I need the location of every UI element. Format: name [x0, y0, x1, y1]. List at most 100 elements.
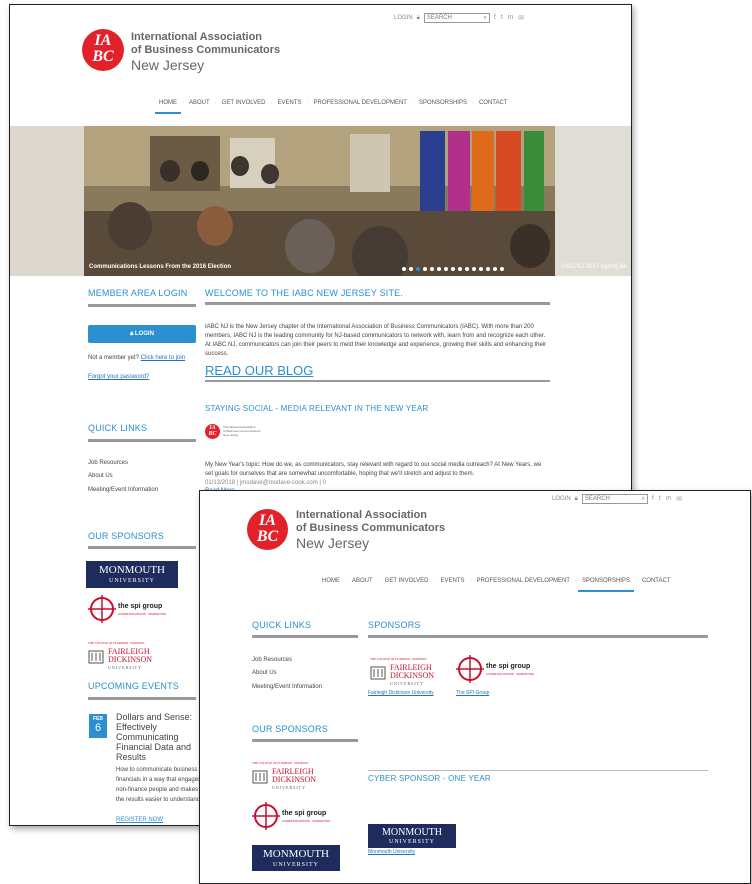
carousel-dot[interactable] [492, 267, 497, 271]
quick-link-about-us[interactable]: About Us [88, 472, 113, 481]
social-icons: f t in ✉ [494, 14, 524, 22]
facebook-icon[interactable]: f [494, 14, 496, 22]
nav-contact[interactable]: CONTACT [475, 100, 512, 106]
login-link[interactable]: LOGIN [394, 15, 413, 21]
quick-links-heading: QUICK LINKS [88, 423, 148, 433]
carousel-dot[interactable] [401, 267, 406, 271]
lock-icon: 🔒︎ [574, 495, 578, 502]
nav-about[interactable]: ABOUT [348, 578, 377, 584]
sponsorships-screenshot: IA BC International Association of Busine… [199, 490, 751, 884]
spi-link[interactable]: The SPI Group [456, 689, 489, 698]
facebook-icon[interactable]: f [652, 495, 654, 503]
upcoming-events-heading: UPCOMING EVENTS [88, 681, 180, 691]
quick-link-about-us[interactable]: About Us [252, 669, 277, 678]
search-icon[interactable]: ⌕ [484, 14, 487, 22]
member-login-heading: MEMBER AREA LOGIN [88, 288, 188, 298]
carousel-dot[interactable] [443, 267, 448, 271]
twitter-icon[interactable]: t [501, 14, 503, 22]
nav-home[interactable]: HOME [318, 578, 344, 584]
lock-icon: 🔒︎ [416, 14, 420, 21]
crest-icon [370, 666, 386, 680]
fdu-link[interactable]: Fairleigh Dickinson University [368, 689, 434, 698]
iabc-logo[interactable]: IA BC [247, 509, 288, 550]
nav-about[interactable]: ABOUT [185, 100, 214, 106]
nav-events[interactable]: EVENTS [436, 578, 468, 584]
search-input[interactable]: SEARCH ⌕ [423, 13, 490, 23]
spi-group-logo[interactable]: the spi group COMMUNICATIONS · MARKETING [252, 802, 342, 832]
spi-group-logo[interactable]: the spi group COMMUNICATIONS · MARKETING [456, 655, 536, 685]
nav-get-involved[interactable]: GET INVOLVED [381, 578, 433, 584]
social-icons: f t in ✉ [652, 495, 682, 503]
monmouth-logo[interactable]: MONMOUTH UNIVERSITY [252, 845, 340, 871]
hero-caption: Communications Lessons From the 2016 Ele… [89, 264, 232, 270]
org-line-3: New Jersey [296, 535, 370, 551]
post-excerpt: My New Year's topic: How do we, as commu… [205, 462, 542, 477]
nav-get-involved[interactable]: GET INVOLVED [218, 100, 270, 106]
main-nav: HOME · ABOUT · GET INVOLVED · EVENTS · PROFE… [318, 578, 675, 592]
carousel-dot[interactable] [408, 267, 413, 271]
org-line-1: International Association [131, 31, 263, 43]
nav-sponsorships[interactable]: SPONSORSHIPS [415, 100, 471, 106]
monmouth-link[interactable]: Monmouth University [368, 848, 415, 857]
main-nav: HOME · ABOUT · GET INVOLVED · EVENTS · PROFE… [155, 100, 512, 114]
join-link[interactable]: Click here to join [141, 355, 185, 361]
crest-icon [252, 770, 268, 784]
utility-bar: LOGIN 🔒︎ SEARCH ⌕ f t in ✉ [552, 494, 682, 504]
quick-link-job-resources[interactable]: Job Resources [252, 656, 292, 665]
nav-events[interactable]: EVENTS [273, 100, 305, 106]
event-title[interactable]: Dollars and Sense: Effectively Communica… [116, 712, 196, 762]
nav-sponsorships[interactable]: SPONSORSHIPS [577, 578, 634, 592]
twitter-icon[interactable]: t [659, 495, 661, 503]
monmouth-logo[interactable]: MONMOUTH UNIVERSITY [368, 824, 456, 848]
fdu-logo[interactable]: THE COLLEGE AT FLORHAM · MADISON FAIRLEI… [252, 761, 342, 793]
email-icon[interactable]: ✉ [518, 14, 524, 22]
not-member-text: Not a member yet? Click here to join [88, 355, 186, 361]
search-input[interactable]: SEARCH ⌕ [581, 494, 648, 504]
crosshair-icon [456, 655, 484, 683]
login-button[interactable]: 🔒︎ LOGIN [88, 325, 196, 343]
nav-professional-development[interactable]: PROFESSIONAL DEVELOPMENT [472, 578, 573, 584]
crosshair-icon [252, 802, 280, 830]
welcome-body: IABC NJ is the New Jersey chapter of the… [205, 324, 547, 357]
post-thumbnail-logo: IA BC International Association of Busines… [205, 421, 265, 443]
carousel-dot[interactable] [471, 267, 476, 271]
linkedin-icon[interactable]: in [508, 14, 513, 22]
org-line-2: of Business Communicators [296, 522, 446, 534]
spi-group-logo[interactable]: the spi group COMMUNICATIONS · MARKETING [88, 595, 178, 625]
read-our-blog-link[interactable]: READ OUR BLOG [205, 363, 313, 378]
register-now-link[interactable]: REGISTER NOW [116, 816, 163, 825]
carousel-dot[interactable] [436, 267, 441, 271]
search-icon[interactable]: ⌕ [642, 495, 645, 503]
monmouth-logo[interactable]: MONMOUTH UNIVERSITY [86, 561, 178, 588]
carousel-dot[interactable] [429, 267, 434, 271]
sponsors-heading: SPONSORS [368, 620, 421, 630]
carousel-dot[interactable] [450, 267, 455, 271]
carousel-dot[interactable] [457, 267, 462, 271]
email-icon[interactable]: ✉ [676, 495, 682, 503]
linkedin-icon[interactable]: in [666, 495, 671, 503]
fdu-logo[interactable]: THE COLLEGE AT FLORHAM · MADISON FAIRLEI… [370, 657, 454, 689]
iabc-logo[interactable]: IA BC [82, 29, 124, 71]
carousel-dot[interactable] [478, 267, 483, 271]
our-sponsors-heading: OUR SPONSORS [88, 531, 164, 541]
nav-contact[interactable]: CONTACT [638, 578, 675, 584]
forgot-password-link[interactable]: Forgot your password? [88, 373, 149, 382]
event-description: How to communicate business financials i… [116, 767, 202, 803]
carousel-dot[interactable] [499, 267, 504, 271]
post-title[interactable]: STAYING SOCIAL - MEDIA RELEVANT IN THE N… [205, 404, 428, 413]
nav-professional-development[interactable]: PROFESSIONAL DEVELOPMENT [309, 100, 410, 106]
carousel-dot[interactable] [464, 267, 469, 271]
carousel-dot[interactable] [422, 267, 427, 271]
hero-carousel[interactable]: Communications Lessons From the 2016 Ele… [10, 126, 631, 276]
quick-link-job-resources[interactable]: Job Resources [88, 459, 128, 468]
login-link[interactable]: LOGIN [552, 496, 571, 502]
carousel-dot[interactable] [485, 267, 490, 271]
our-sponsors-heading: OUR SPONSORS [252, 724, 328, 734]
quick-link-meeting-info[interactable]: Meeting/Event Information [88, 486, 158, 495]
org-name: International Association of Business Co… [296, 509, 445, 552]
carousel-dot[interactable] [415, 267, 420, 271]
nav-home[interactable]: HOME [155, 100, 181, 114]
quick-link-meeting-info[interactable]: Meeting/Event Information [252, 683, 322, 692]
org-name: International Association of Business Co… [131, 31, 280, 74]
fdu-logo[interactable]: THE COLLEGE AT FLORHAM · MADISON FAIRLEI… [88, 641, 178, 673]
